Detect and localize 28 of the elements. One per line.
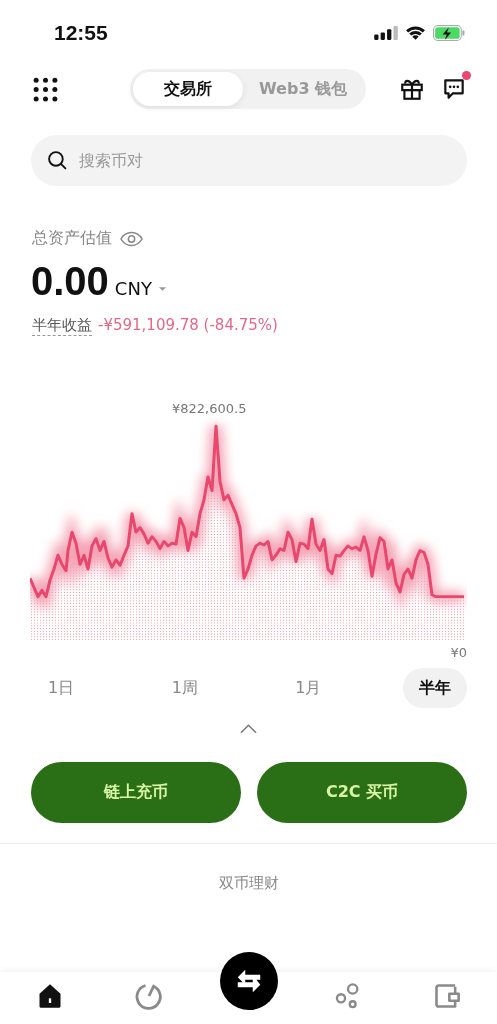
- gain-label[interactable]: 半年收益: [32, 316, 92, 336]
- swap-icon[interactable]: [219, 952, 278, 1010]
- gain-value: -¥591,109.78 (-84.75%): [98, 316, 278, 336]
- wallet-icon[interactable]: [433, 982, 462, 1010]
- chat-icon[interactable]: [441, 76, 467, 102]
- currency-selector[interactable]: CNY: [114, 278, 167, 299]
- chevron-up-icon[interactable]: [240, 724, 257, 734]
- period-tab[interactable]: 1周: [155, 668, 214, 708]
- period-tab[interactable]: 1月: [279, 668, 338, 708]
- caret-icon: [157, 285, 167, 292]
- chart-min-label: ¥0: [449, 645, 467, 660]
- tab[interactable]: 交易所: [133, 72, 243, 106]
- action-button[interactable]: 链上充币: [31, 762, 241, 823]
- grid-menu-icon[interactable]: [33, 76, 58, 102]
- wifi-icon: [405, 25, 426, 41]
- battery-charging-icon: [433, 25, 465, 41]
- eye-icon[interactable]: [120, 230, 143, 247]
- period-tab[interactable]: 半年: [402, 668, 467, 708]
- action-button[interactable]: C2C 买币: [257, 762, 467, 823]
- status-time: 12:55: [54, 21, 108, 45]
- circle-arc-icon[interactable]: [135, 982, 164, 1010]
- section-title: 双币理财: [217, 874, 280, 893]
- period-tab[interactable]: 1日: [32, 668, 91, 708]
- search-field[interactable]: 搜索币对: [31, 135, 467, 186]
- asset-amount: 0.00: [31, 259, 109, 304]
- chart-max-label: ¥822,600.5: [171, 401, 248, 418]
- signal-icon: [374, 25, 398, 41]
- asset-label: 总资产估值: [32, 228, 112, 249]
